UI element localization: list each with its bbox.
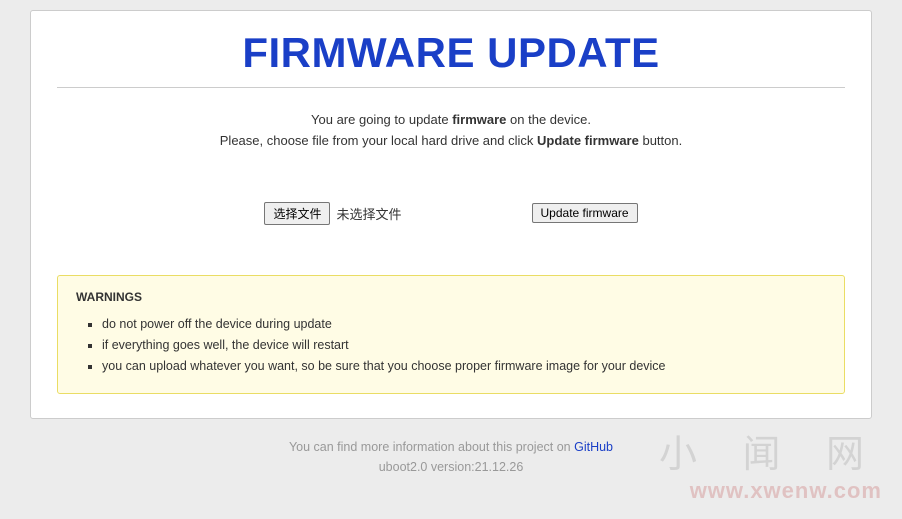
choose-file-button[interactable]: 选择文件 [264,202,330,225]
footer: You can find more information about this… [30,437,872,477]
intro-text: You are going to update firmware on the … [57,110,845,152]
github-link[interactable]: GitHub [574,440,613,454]
main-card: FIRMWARE UPDATE You are going to update … [30,10,872,419]
intro-line1-post: on the device. [506,112,591,127]
list-item: you can upload whatever you want, so be … [102,356,826,377]
update-firmware-button[interactable]: Update firmware [532,203,638,223]
intro-line1-bold: firmware [452,112,506,127]
list-item: if everything goes well, the device will… [102,335,826,356]
list-item: do not power off the device during updat… [102,314,826,335]
warnings-box: WARNINGS do not power off the device dur… [57,275,845,395]
intro-line2-pre: Please, choose file from your local hard… [220,133,537,148]
watermark-url: www.xwenw.com [659,478,882,504]
page-title: FIRMWARE UPDATE [57,29,845,88]
intro-line2-bold: Update firmware [537,133,639,148]
file-input-group: 选择文件 未选择文件 [264,202,401,225]
intro-line2-post: button. [639,133,682,148]
warnings-heading: WARNINGS [76,290,826,304]
controls-row: 选择文件 未选择文件 Update firmware [57,202,845,225]
footer-version: uboot2.0 version:21.12.26 [379,460,524,474]
footer-info-pre: You can find more information about this… [289,440,574,454]
warnings-list: do not power off the device during updat… [76,314,826,378]
intro-line1-pre: You are going to update [311,112,452,127]
no-file-selected-text: 未选择文件 [336,204,401,223]
